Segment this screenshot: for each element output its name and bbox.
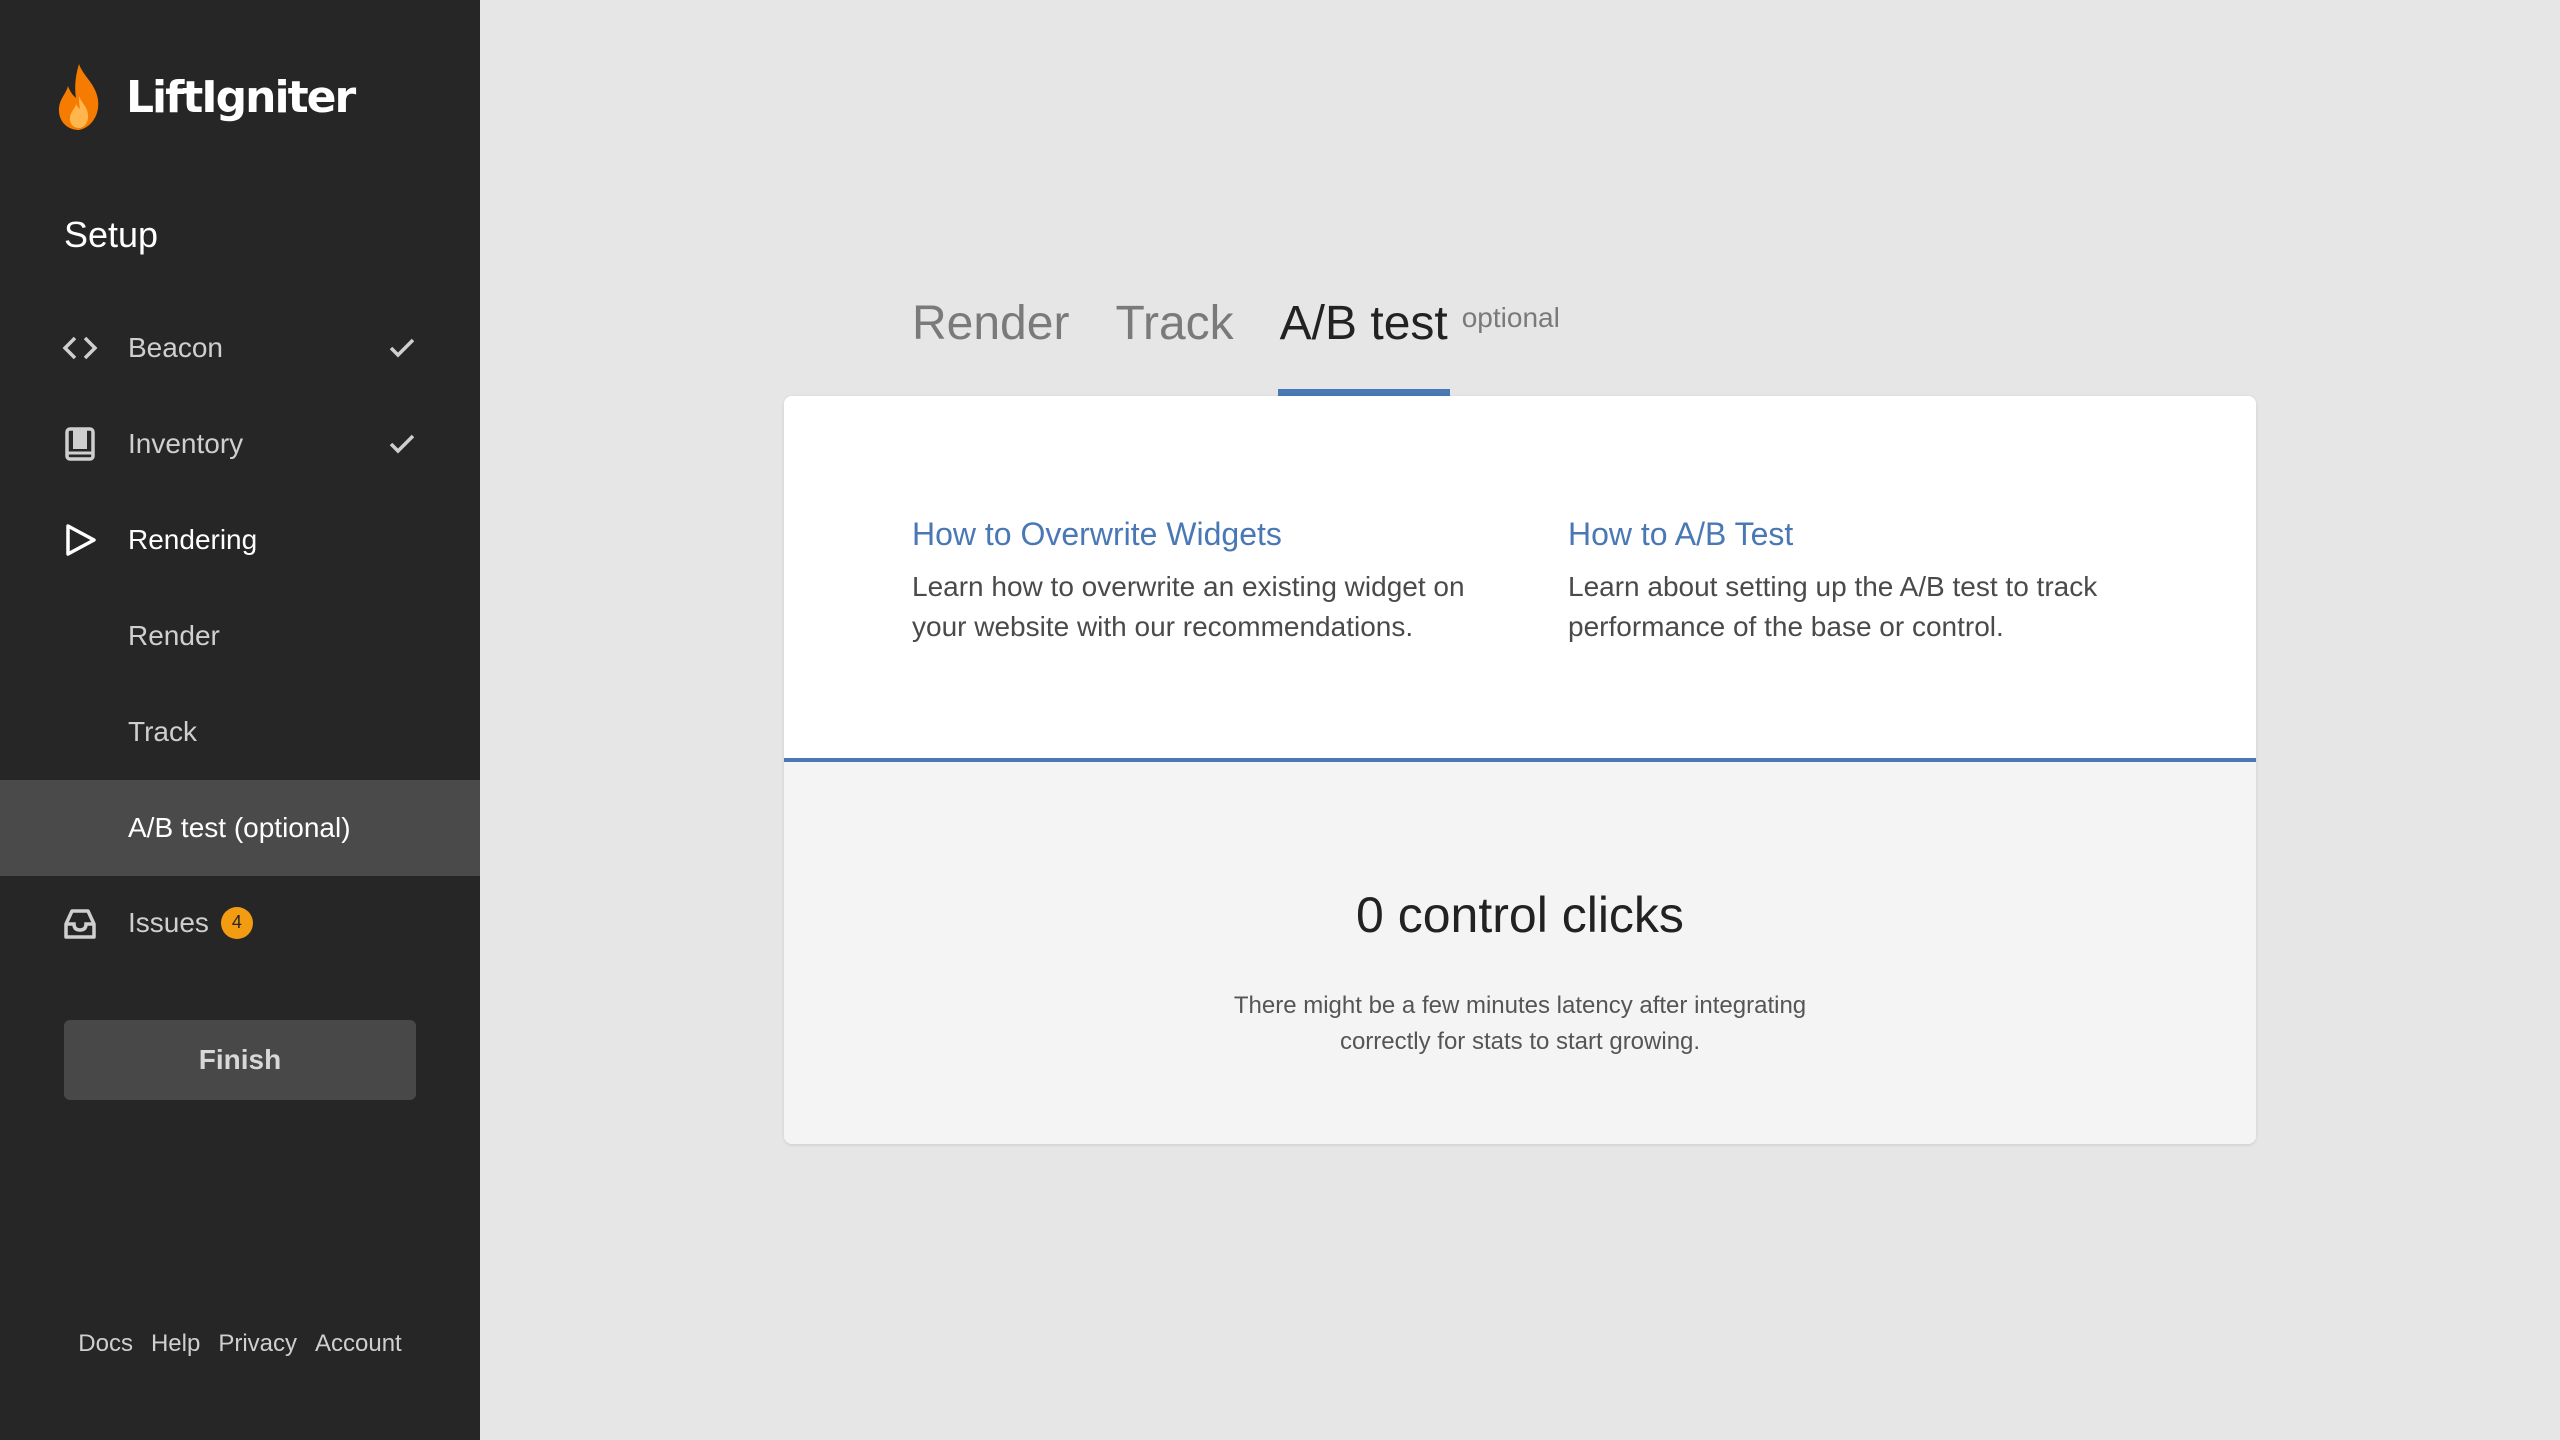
sidebar-item-beacon[interactable]: Beacon bbox=[0, 300, 480, 396]
sidebar-item-rendering[interactable]: Rendering bbox=[0, 492, 480, 588]
logo[interactable]: LiftIgniter bbox=[52, 62, 356, 132]
step-tabs: Render Track A/B test optional bbox=[912, 296, 1560, 396]
sidebar: LiftIgniter Setup Beacon Inventory Rende… bbox=[0, 0, 480, 1440]
tab-render[interactable]: Render bbox=[912, 296, 1069, 396]
footer-links: Docs Help Privacy Account bbox=[0, 1330, 480, 1358]
sidebar-item-label: A/B test (optional) bbox=[128, 812, 351, 843]
check-icon bbox=[389, 338, 415, 358]
article-description: Learn how to overwrite an existing widge… bbox=[912, 571, 1465, 642]
tab-ab-test[interactable]: A/B test bbox=[1277, 296, 1450, 396]
issues-label: Issues bbox=[128, 907, 209, 939]
inbox-icon bbox=[62, 906, 98, 942]
section-title: Setup bbox=[64, 214, 159, 255]
sidebar-item-issues[interactable]: Issues 4 bbox=[0, 876, 480, 972]
article-link[interactable]: How to Overwrite Widgets bbox=[912, 516, 1492, 553]
control-clicks-stat: 0 control clicks bbox=[1356, 887, 1684, 943]
sidebar-item-label: Rendering bbox=[128, 524, 258, 555]
article-ab-test: How to A/B Test Learn about setting up t… bbox=[1568, 516, 2148, 647]
article-description: Learn about setting up the A/B test to t… bbox=[1568, 571, 2098, 642]
account-link[interactable]: Account bbox=[315, 1330, 402, 1358]
sidebar-item-label: Issues 4 bbox=[128, 906, 253, 941]
code-icon bbox=[62, 330, 98, 366]
help-articles: How to Overwrite Widgets Learn how to ov… bbox=[784, 396, 2256, 762]
latency-note: There might be a few minutes latency aft… bbox=[1233, 992, 1807, 1055]
check-icon bbox=[389, 434, 415, 454]
privacy-link[interactable]: Privacy bbox=[218, 1330, 297, 1358]
stats-panel bbox=[784, 762, 2256, 1144]
sidebar-item-label: Beacon bbox=[128, 332, 223, 363]
ab-test-card: How to Overwrite Widgets Learn how to ov… bbox=[784, 396, 2256, 1144]
tab-track[interactable]: Track bbox=[1115, 296, 1233, 396]
sidebar-subitem-render[interactable]: Render bbox=[0, 588, 480, 684]
sidebar-subitem-ab-test[interactable]: A/B test (optional) bbox=[0, 780, 480, 876]
sidebar-item-inventory[interactable]: Inventory bbox=[0, 396, 480, 492]
finish-button[interactable]: Finish bbox=[64, 1020, 416, 1100]
sidebar-item-label: Render bbox=[128, 620, 220, 651]
article-link[interactable]: How to A/B Test bbox=[1568, 516, 2148, 553]
article-overwrite-widgets: How to Overwrite Widgets Learn how to ov… bbox=[912, 516, 1492, 647]
sidebar-item-label: Track bbox=[128, 716, 197, 747]
tab-optional-note: optional bbox=[1461, 302, 1560, 333]
help-link[interactable]: Help bbox=[151, 1330, 200, 1358]
sidebar-item-label: Inventory bbox=[128, 428, 244, 459]
sidebar-subitem-track[interactable]: Track bbox=[0, 684, 480, 780]
brand-name: LiftIgniter bbox=[126, 71, 356, 123]
issues-count-badge: 4 bbox=[220, 906, 253, 939]
docs-link[interactable]: Docs bbox=[78, 1330, 133, 1358]
flame-icon bbox=[58, 64, 99, 130]
book-icon bbox=[62, 426, 98, 462]
play-icon bbox=[62, 522, 98, 558]
sidebar-nav: Beacon Inventory Rendering Render Track … bbox=[0, 300, 480, 972]
